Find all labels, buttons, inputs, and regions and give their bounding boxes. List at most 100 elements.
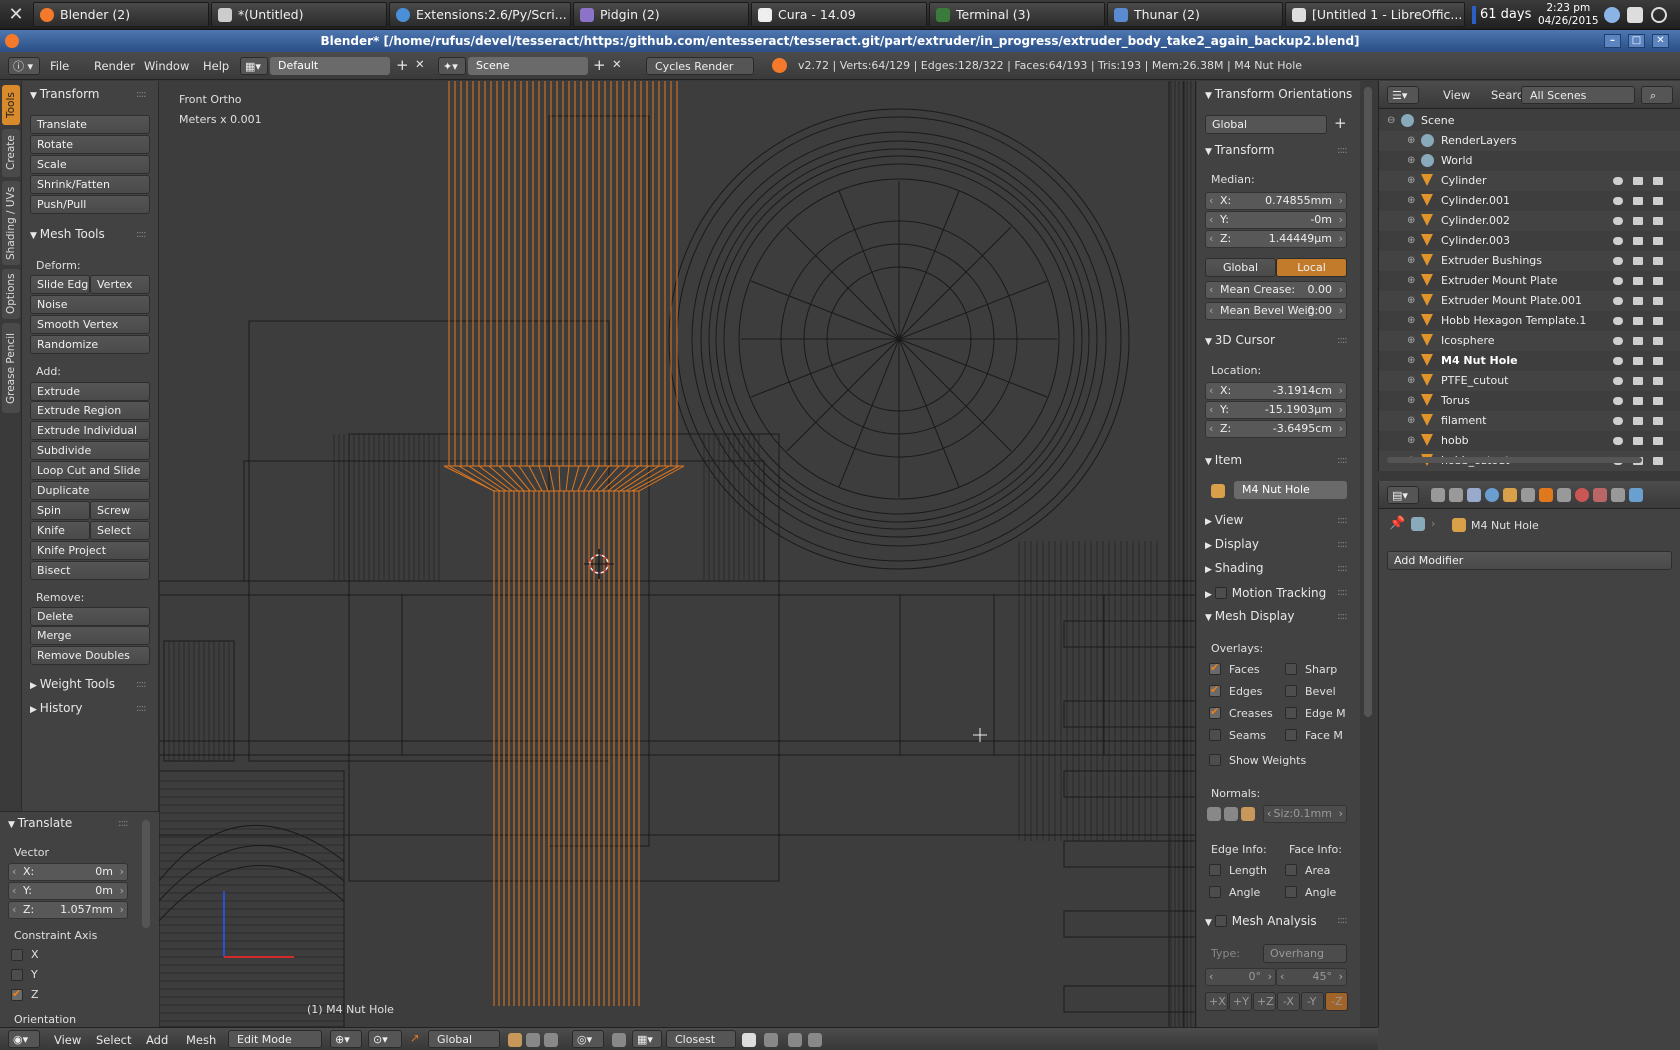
noise-button[interactable]: Noise: [30, 295, 150, 314]
randomize-button[interactable]: Randomize: [30, 335, 150, 354]
spin-button[interactable]: Spin: [30, 501, 90, 520]
panel-motion-tracking-header[interactable]: Motion Tracking: [1205, 585, 1326, 600]
mesh-analysis-checkbox[interactable]: [1214, 915, 1227, 927]
scene-tab-icon[interactable]: [1467, 488, 1481, 502]
cursor-select-icon[interactable]: [1633, 437, 1643, 445]
median-y-field[interactable]: Y: -0m: [1205, 211, 1347, 229]
panel-transform-orientations-header[interactable]: Transform Orientations: [1205, 87, 1353, 101]
add-orientation-icon[interactable]: +: [1334, 114, 1347, 132]
expand-icon[interactable]: ⊕: [1407, 351, 1415, 371]
eye-icon[interactable]: [1613, 217, 1623, 225]
panel-mesh-display-header[interactable]: Mesh Display: [1205, 609, 1295, 623]
bevel-checkbox[interactable]: [1285, 685, 1297, 697]
cursor-x-field[interactable]: X: -3.1914cm: [1205, 382, 1347, 400]
drag-handle-icon[interactable]: ::::: [1337, 539, 1348, 550]
translate-button[interactable]: Translate: [30, 115, 150, 134]
expand-icon[interactable]: ⊕: [1407, 171, 1415, 191]
constraint-x-checkbox[interactable]: [11, 949, 23, 961]
delete-button[interactable]: Delete: [30, 607, 150, 626]
eye-icon[interactable]: [1613, 377, 1623, 385]
panel-item-header[interactable]: Item: [1205, 453, 1242, 467]
tab-tools[interactable]: Tools: [2, 85, 20, 125]
eye-icon[interactable]: [1613, 317, 1623, 325]
cursor-select-icon[interactable]: [1633, 217, 1643, 225]
properties-scrollbar[interactable]: [1360, 81, 1378, 1027]
drag-handle-icon[interactable]: ::::: [1337, 145, 1348, 156]
mode-select[interactable]: Edit Mode: [228, 1030, 322, 1048]
scrollbar-thumb[interactable]: [1364, 87, 1372, 717]
outliner-view-menu[interactable]: View: [1443, 88, 1470, 102]
extrude-region-button[interactable]: Extrude Region: [30, 401, 150, 420]
analysis-type-select[interactable]: Overhang: [1263, 944, 1347, 963]
cursor-select-icon[interactable]: [1633, 317, 1643, 325]
drag-handle-icon[interactable]: ::::: [1337, 515, 1348, 526]
workspace-indicator[interactable]: [1472, 6, 1476, 24]
render-camera-icon[interactable]: [1653, 177, 1663, 185]
viewport-shading-select[interactable]: ⊕▾: [330, 1030, 362, 1048]
drag-handle-icon[interactable]: ::::: [136, 89, 147, 100]
drag-handle-icon[interactable]: ::::: [1337, 455, 1348, 466]
panel-view-header[interactable]: View: [1205, 513, 1243, 527]
screen-layout-field[interactable]: Default: [270, 57, 390, 75]
menu-select[interactable]: Select: [96, 1033, 131, 1047]
render-camera-icon[interactable]: [1653, 337, 1663, 345]
normal-size-field[interactable]: Siz:0.1mm: [1263, 805, 1347, 823]
edge-marks-checkbox[interactable]: [1285, 707, 1297, 719]
rotate-button[interactable]: Rotate: [30, 135, 150, 154]
panel-translate-header[interactable]: Translate: [8, 816, 73, 830]
panel-transform-header[interactable]: Transform: [1205, 143, 1275, 157]
outliner-row[interactable]: ⊕ filament: [1379, 411, 1680, 431]
modifiers-tab-icon[interactable]: [1539, 488, 1553, 502]
axis-minus-z-button[interactable]: -Z: [1325, 992, 1348, 1011]
seams-checkbox[interactable]: [1209, 729, 1221, 741]
panel-weight-tools-header[interactable]: Weight Tools: [30, 677, 115, 691]
expand-icon[interactable]: ⊕: [1407, 411, 1415, 431]
scene-field[interactable]: Scene: [468, 57, 588, 75]
expand-icon[interactable]: ⊕: [1407, 391, 1415, 411]
panel-history-header[interactable]: History: [30, 701, 83, 715]
panel-mesh-tools-header[interactable]: Mesh Tools: [30, 227, 105, 241]
eye-icon[interactable]: [1613, 397, 1623, 405]
outliner-row[interactable]: ⊕ Hobb Hexagon Template.1: [1379, 311, 1680, 331]
outliner-row[interactable]: ⊕ Cylinder.001: [1379, 191, 1680, 211]
expand-icon[interactable]: ⊕: [1407, 371, 1415, 391]
render-tab-icon[interactable]: [1431, 488, 1445, 502]
mean-crease-field[interactable]: Mean Crease: 0.00: [1205, 281, 1347, 299]
outliner-row[interactable]: ⊕ Extruder Mount Plate: [1379, 271, 1680, 291]
constraints-tab-icon[interactable]: [1521, 488, 1535, 502]
knife-button[interactable]: Knife: [30, 521, 90, 540]
3d-viewport[interactable]: Front Ortho Meters x 0.001 (1) M4 Nut Ho…: [159, 81, 1196, 1027]
vector-x-field[interactable]: X: 0m: [8, 863, 128, 881]
tab-shading-uvs[interactable]: Shading / UVs: [2, 181, 20, 265]
task-chrome[interactable]: Extensions:2.6/Py/Scri...: [389, 2, 571, 27]
merge-button[interactable]: Merge: [30, 626, 150, 645]
proportional-edit-select[interactable]: ◎▾: [572, 1030, 604, 1048]
cursor-select-icon[interactable]: [1633, 197, 1643, 205]
duplicate-button[interactable]: Duplicate: [30, 481, 150, 500]
outliner-row[interactable]: ⊕ Extruder Bushings: [1379, 251, 1680, 271]
power-icon[interactable]: [1651, 7, 1667, 23]
outliner-row[interactable]: ⊖ Scene: [1379, 111, 1680, 131]
creases-checkbox[interactable]: [1209, 705, 1221, 719]
panel-transform-header[interactable]: Transform: [30, 87, 100, 101]
cursor-select-icon[interactable]: [1633, 357, 1643, 365]
vertex-normals-icon[interactable]: [1207, 807, 1221, 821]
cursor-z-field[interactable]: Z: -3.6495cm: [1205, 420, 1347, 438]
remove-scene-icon[interactable]: ✕: [612, 57, 622, 71]
snap-element-select[interactable]: ▦▾: [632, 1030, 662, 1048]
task-cura[interactable]: Cura - 14.09: [751, 2, 927, 27]
vertex-select-icon[interactable]: [508, 1033, 522, 1047]
add-modifier-button[interactable]: Add Modifier: [1387, 551, 1672, 570]
extrude-button[interactable]: Extrude: [30, 382, 150, 401]
outliner-row[interactable]: ⊕ Cylinder: [1379, 171, 1680, 191]
vector-y-field[interactable]: Y: 0m: [8, 882, 128, 900]
expand-icon[interactable]: ⊕: [1407, 311, 1415, 331]
data-tab-icon[interactable]: [1557, 488, 1571, 502]
edge-select-icon[interactable]: [526, 1033, 540, 1047]
expand-icon[interactable]: ⊕: [1407, 131, 1415, 151]
render-anim-icon[interactable]: [808, 1033, 822, 1047]
snap-target-select[interactable]: Closest: [666, 1030, 736, 1048]
motion-tracking-checkbox[interactable]: [1214, 587, 1227, 599]
panel-mesh-analysis-header[interactable]: Mesh Analysis: [1205, 913, 1317, 928]
material-tab-icon[interactable]: [1575, 488, 1589, 502]
